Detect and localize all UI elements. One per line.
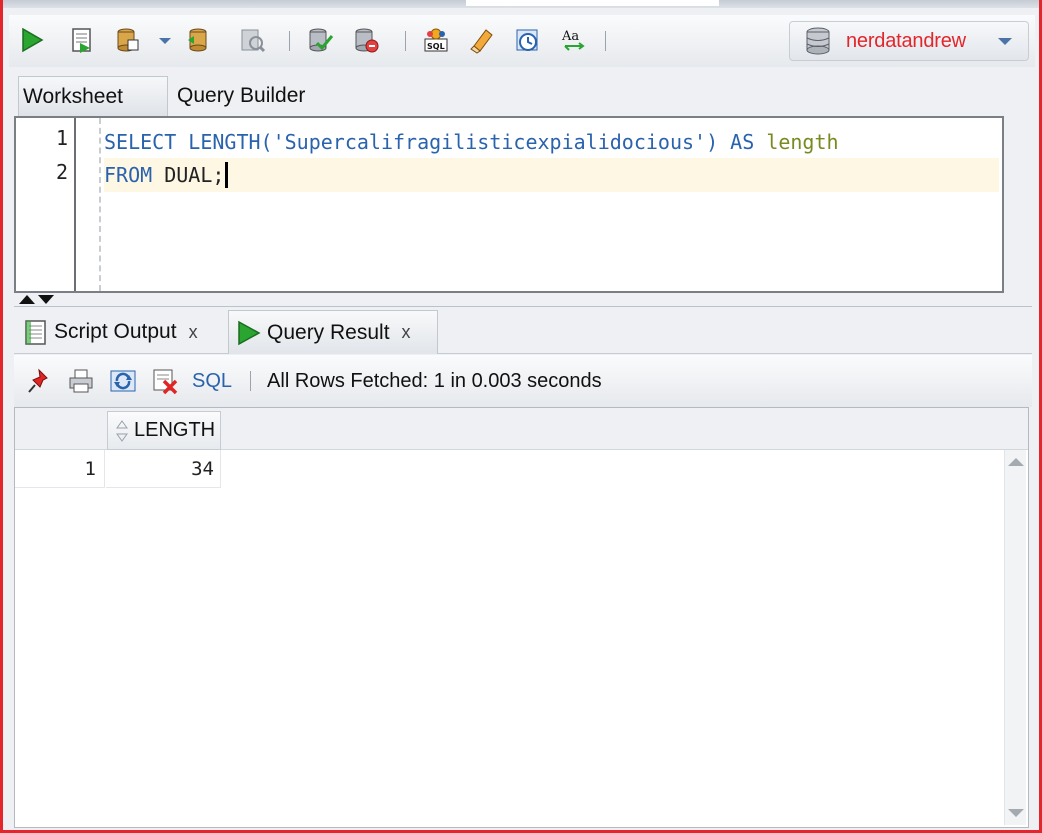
delete-icon <box>153 369 178 395</box>
connection-name: nerdatandrew <box>846 29 966 52</box>
pane-splitter[interactable] <box>14 293 1032 307</box>
sql-tuning-button[interactable] <box>305 25 335 55</box>
keyword-token: SELECT <box>104 130 177 154</box>
printer-icon <box>69 369 93 393</box>
table-token: DUAL; <box>164 163 225 187</box>
text-cursor <box>225 162 229 188</box>
sql-tuning-icon <box>309 28 334 52</box>
active-tab-hint <box>466 0 719 6</box>
scroll-down-icon[interactable] <box>1008 809 1024 817</box>
function-token: LENGTH( <box>188 130 273 154</box>
toolbar-divider <box>250 371 252 391</box>
autotrace-button[interactable] <box>237 25 267 55</box>
scroll-up-icon[interactable] <box>1008 458 1024 466</box>
run-script-icon <box>72 28 91 53</box>
play-icon <box>238 320 261 345</box>
script-output-icon <box>25 320 46 345</box>
clear-button[interactable] <box>467 25 497 55</box>
chevron-down-icon <box>159 38 171 44</box>
refresh-icon <box>110 370 136 392</box>
explain-plan-icon <box>355 28 379 53</box>
worksheet-window: SQL Aa nerdatandrew Worksheet Query Buil… <box>0 0 1042 833</box>
result-grid[interactable]: LENGTH 1 34 <box>14 407 1029 828</box>
top-tab-strip <box>3 0 1039 8</box>
editor-tab-bar: Worksheet Query Builder <box>14 71 1032 116</box>
commit-button[interactable] <box>113 25 143 55</box>
column-header-length[interactable]: LENGTH <box>107 411 221 450</box>
worksheet-toolbar: SQL Aa nerdatandrew <box>9 15 1035 67</box>
pin-icon <box>28 368 48 393</box>
code-line-current[interactable]: FROM DUAL; <box>104 158 999 192</box>
result-toolbar: SQL All Rows Fetched: 1 in 0.003 seconds <box>14 355 1032 407</box>
sort-icon <box>116 419 128 442</box>
timer-button[interactable] <box>513 25 543 55</box>
close-icon[interactable]: x <box>189 322 198 343</box>
code-line[interactable]: SELECT LENGTH('Supercalifragilisticexpia… <box>104 125 999 159</box>
line-number-gutter: 1 2 <box>16 118 76 291</box>
commit-icon <box>117 28 139 52</box>
sql-editor[interactable]: 1 2 SELECT LENGTH('Supercalifragilistice… <box>14 116 1004 293</box>
row-number[interactable]: 1 <box>15 450 105 488</box>
fetch-status: All Rows Fetched: 1 in 0.003 seconds <box>267 369 602 392</box>
paren-token: ) <box>706 130 719 154</box>
svg-text:SQL: SQL <box>427 42 445 51</box>
print-button[interactable] <box>64 364 98 398</box>
run-statement-button[interactable] <box>17 25 47 55</box>
expand-up-icon[interactable] <box>19 295 35 304</box>
rollback-button[interactable] <box>183 25 213 55</box>
toolbar-divider <box>605 31 606 51</box>
clock-icon <box>516 29 538 51</box>
output-tab-bar: Script Output x Query Result x <box>14 308 1032 354</box>
tab-query-result[interactable]: Query Result x <box>228 310 438 354</box>
expand-down-icon[interactable] <box>38 295 54 304</box>
grid-header: LENGTH <box>15 408 1028 450</box>
vertical-scrollbar[interactable] <box>1004 450 1026 825</box>
margin-guide <box>99 118 101 291</box>
change-case-button[interactable]: Aa <box>559 25 589 55</box>
tab-worksheet[interactable]: Worksheet <box>18 76 168 116</box>
run-script-button[interactable] <box>67 25 97 55</box>
keyword-token: FROM <box>104 163 153 187</box>
toolbar-divider <box>405 31 406 51</box>
sql-history-button[interactable]: SQL <box>421 25 451 55</box>
sql-history-icon: SQL <box>424 28 448 52</box>
chevron-down-icon <box>998 38 1012 45</box>
tab-label: Query Result <box>267 320 390 344</box>
tab-query-builder[interactable]: Query Builder <box>177 76 305 116</box>
line-number: 2 <box>55 160 68 184</box>
rollback-icon <box>188 28 207 52</box>
alias-token: length <box>766 130 839 154</box>
connection-selector[interactable]: nerdatandrew <box>789 21 1029 61</box>
pin-button[interactable] <box>22 364 56 398</box>
close-icon[interactable]: x <box>402 322 411 343</box>
keyword-token: AS <box>730 130 755 154</box>
toolbar-divider <box>289 31 290 51</box>
change-case-icon: Aa <box>561 29 585 51</box>
sql-link[interactable]: SQL <box>192 370 232 393</box>
autotrace-icon <box>241 29 266 53</box>
tab-script-output[interactable]: Script Output x <box>22 310 198 354</box>
refresh-button[interactable] <box>106 364 140 398</box>
cancel-fetch-button[interactable] <box>148 364 182 398</box>
column-header-label: LENGTH <box>134 419 216 441</box>
database-icon <box>806 27 830 55</box>
svg-text:Aa: Aa <box>561 29 579 44</box>
string-token: 'Supercalifragilisticexpialidocious' <box>272 130 707 154</box>
tab-label: Script Output <box>54 320 177 343</box>
commit-dropdown[interactable] <box>155 25 175 55</box>
run-statement-icon <box>22 27 44 53</box>
eraser-icon <box>470 29 493 54</box>
explain-plan-button[interactable] <box>351 25 381 55</box>
line-number: 1 <box>55 126 68 150</box>
grid-cell[interactable]: 34 <box>106 450 221 488</box>
